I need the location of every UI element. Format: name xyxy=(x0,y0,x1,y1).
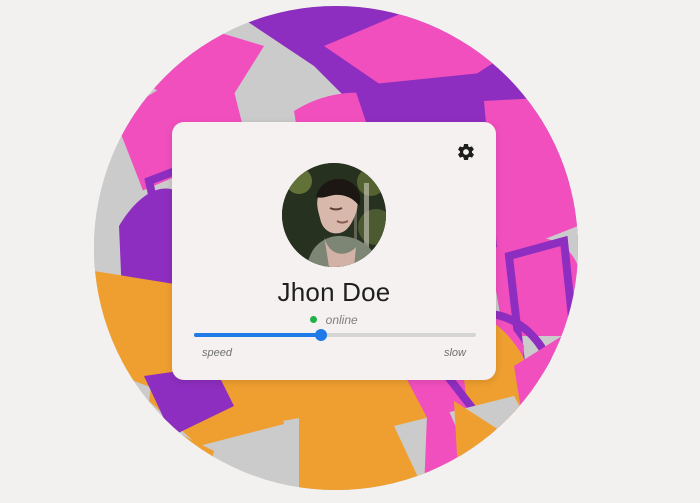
status-dot-icon xyxy=(310,316,318,324)
slider-thumb[interactable] xyxy=(315,329,327,341)
status-text: online xyxy=(325,313,358,327)
gear-icon xyxy=(458,143,474,161)
slider-left-label: speed xyxy=(202,347,232,359)
slider-right-label: slow xyxy=(443,347,466,359)
profile-photo xyxy=(282,163,386,267)
slider-fill xyxy=(194,333,321,337)
profile-name: Jhon Doe xyxy=(277,277,391,307)
profile-avatar xyxy=(282,163,386,267)
profile-card: Jhon Doe online speed slow xyxy=(172,122,496,380)
settings-button[interactable] xyxy=(456,142,476,162)
speed-slider[interactable] xyxy=(194,327,476,343)
profile-widget-stage: Jhon Doe online speed slow xyxy=(0,0,700,503)
status-line: online xyxy=(172,313,496,327)
